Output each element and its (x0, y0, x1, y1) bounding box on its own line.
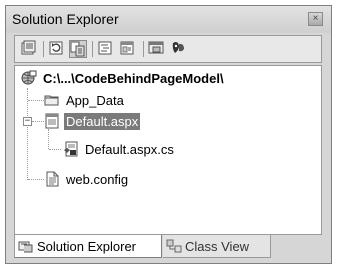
tab-solution-explorer[interactable]: Solution Explorer (14, 235, 162, 258)
tree-item-web-config[interactable]: web.config (44, 170, 130, 188)
toolbar (14, 35, 322, 63)
view-code-button[interactable] (97, 40, 115, 58)
view-designer-button[interactable] (119, 40, 137, 58)
view-code-icon (98, 41, 112, 55)
class-view-icon (166, 239, 182, 253)
solution-explorer-icon (18, 241, 33, 253)
tree-item-label: Default.aspx.cs (85, 141, 174, 157)
properties-icon (21, 40, 36, 55)
collapse-toggle[interactable]: − (23, 117, 32, 126)
tree-connector (48, 129, 50, 149)
tree-item-label: C:\...\CodeBehindPageModel\ (43, 70, 224, 86)
aspx-page-icon (45, 113, 59, 129)
folder-icon (44, 95, 59, 106)
view-designer-icon (120, 41, 134, 55)
refresh-icon (49, 41, 63, 55)
tree-connector (32, 121, 44, 123)
panel-tabs: Solution Explorer Class View (14, 235, 322, 261)
website-project-icon (21, 70, 37, 85)
solution-explorer-window: Solution Explorer × C:\...\CodeBehindPag… (5, 5, 332, 264)
solution-tree: C:\...\CodeBehindPageModel\ App_Data − D… (14, 65, 322, 235)
tree-item-default-aspx-cs[interactable]: Default.aspx.cs (63, 140, 176, 158)
close-icon: × (312, 13, 319, 24)
tree-connector (28, 100, 44, 102)
tree-connector (28, 179, 44, 181)
tab-label: Solution Explorer (37, 238, 136, 254)
window-title: Solution Explorer (12, 11, 119, 27)
tree-item-label: web.config (66, 171, 129, 187)
csharp-file-icon (64, 141, 78, 157)
config-file-icon (46, 171, 59, 187)
tab-class-view[interactable]: Class View (163, 235, 271, 258)
tree-item-label: App_Data (66, 92, 124, 108)
asp-net-configuration-icon (172, 42, 184, 53)
asp-net-configuration-button[interactable] (170, 40, 188, 58)
tree-item-default-aspx[interactable]: Default.aspx (44, 112, 141, 130)
title-bar[interactable]: Solution Explorer × (6, 6, 331, 33)
refresh-button[interactable] (48, 40, 66, 58)
copy-website-button[interactable] (148, 40, 166, 58)
tree-connector (49, 149, 61, 151)
show-all-files-icon (70, 41, 85, 57)
close-button[interactable]: × (308, 12, 323, 26)
tab-label: Class View (185, 238, 250, 254)
tree-item-app-data[interactable]: App_Data (44, 91, 126, 109)
properties-button[interactable] (20, 40, 38, 58)
tree-item-root[interactable]: C:\...\CodeBehindPageModel\ (21, 69, 226, 87)
tree-item-label: Default.aspx (64, 112, 141, 130)
copy-website-icon (148, 41, 164, 54)
show-all-files-button[interactable] (69, 40, 87, 58)
